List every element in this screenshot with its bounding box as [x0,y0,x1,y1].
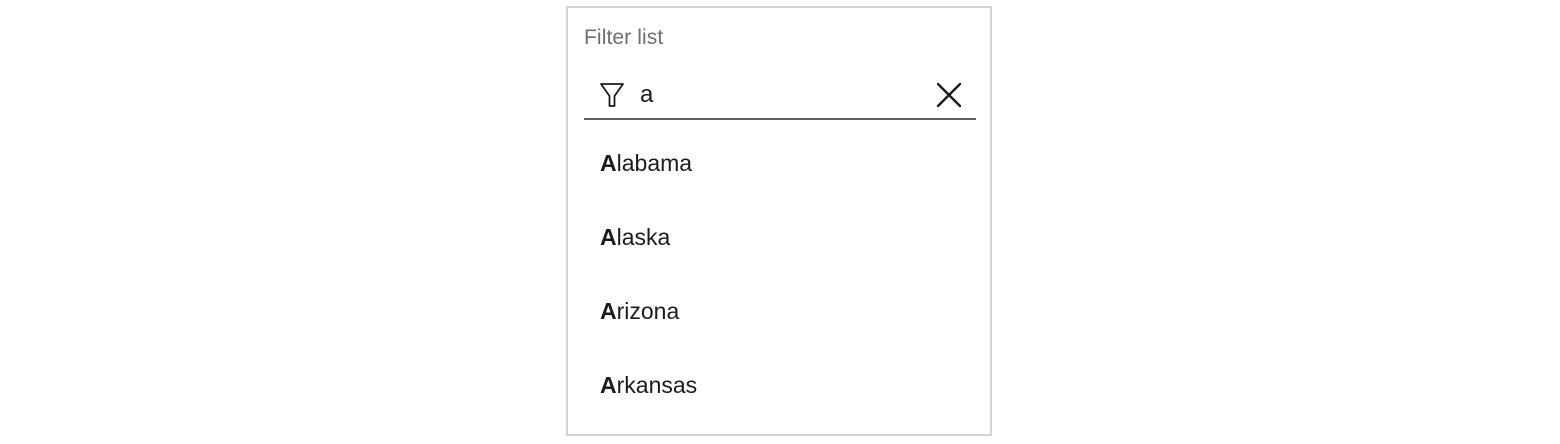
list-item-match: A [600,371,617,398]
list-item-rest: laska [616,223,671,250]
list-item-alaska[interactable]: Alaska [584,200,976,274]
filter-results-list: Alabama Alaska Arizona Arkansas [584,126,976,422]
filter-search-input[interactable] [640,80,920,110]
list-item-arizona[interactable]: Arizona [584,274,976,348]
list-item-alabama[interactable]: Alabama [584,126,976,200]
list-item-match: A [600,149,617,176]
list-item-match: A [600,297,617,324]
filter-list-panel: Filter list Alabama Alaska Arizona Arkan… [566,6,992,436]
funnel-icon [600,83,624,107]
list-item-arkansas[interactable]: Arkansas [584,348,976,422]
close-icon[interactable] [936,82,962,108]
filter-list-label: Filter list [584,26,664,49]
list-item-rest: rkansas [616,371,698,398]
list-item-rest: rizona [616,297,680,324]
list-item-rest: labama [616,149,693,176]
list-item-match: A [600,223,617,250]
filter-search-field[interactable] [584,70,976,120]
